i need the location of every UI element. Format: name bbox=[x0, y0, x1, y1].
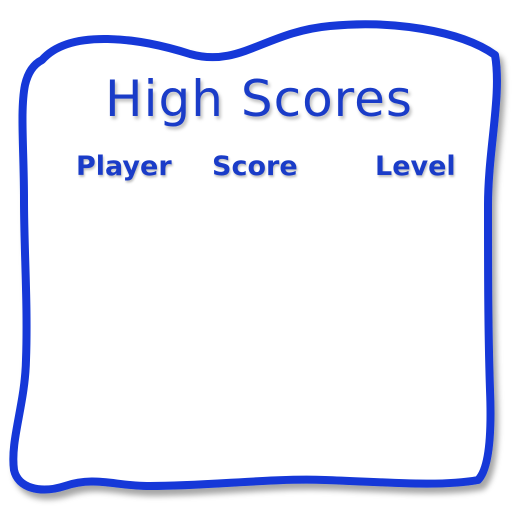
column-header-player: Player bbox=[76, 151, 172, 182]
column-header-level: Level bbox=[375, 151, 456, 182]
page-title: High Scores bbox=[105, 70, 413, 128]
column-header-score: Score bbox=[212, 151, 298, 182]
high-scores-screen: High Scores Player Score Level bbox=[0, 0, 512, 512]
scores-table-body bbox=[60, 196, 460, 436]
